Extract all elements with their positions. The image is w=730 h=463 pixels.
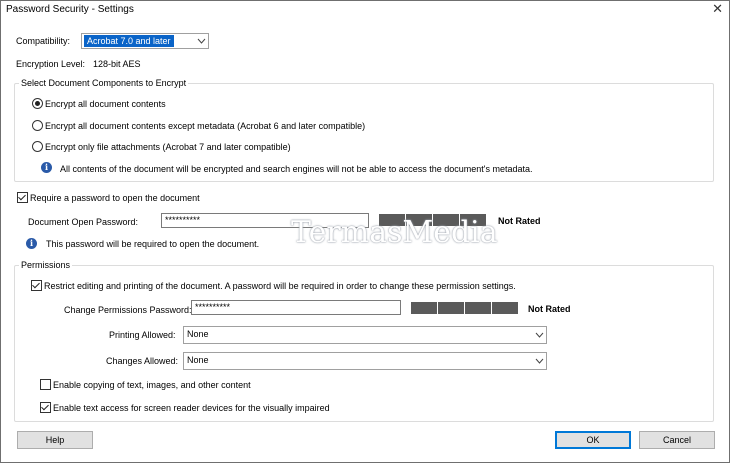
permissions-password-rating: Not Rated xyxy=(528,304,571,314)
radio-encrypt-attachments[interactable] xyxy=(32,141,43,152)
cancel-button[interactable]: Cancel xyxy=(639,431,715,449)
enable-copying-checkbox[interactable] xyxy=(40,379,51,390)
chevron-down-icon xyxy=(195,34,208,48)
open-password-info-text: This password will be required to open t… xyxy=(46,239,260,249)
require-open-password-checkbox[interactable] xyxy=(17,192,28,203)
components-group-label: Select Document Components to Encrypt xyxy=(19,78,189,88)
screen-reader-access-label[interactable]: Enable text access for screen reader dev… xyxy=(53,403,330,413)
restrict-editing-label[interactable]: Restrict editing and printing of the doc… xyxy=(44,281,516,291)
compatibility-label: Compatibility: xyxy=(16,36,71,46)
changes-allowed-label: Changes Allowed: xyxy=(106,356,179,366)
open-password-rating: Not Rated xyxy=(498,216,541,226)
watermark-logo: TermasMedia xyxy=(291,215,498,250)
permissions-group-label: Permissions xyxy=(19,260,73,270)
meter-segment xyxy=(492,302,518,314)
enable-copying-label[interactable]: Enable copying of text, images, and othe… xyxy=(53,380,251,390)
components-info-text: All contents of the document will be enc… xyxy=(60,164,533,174)
screen-reader-access-checkbox[interactable] xyxy=(40,402,51,413)
window-title: Password Security - Settings xyxy=(6,4,134,15)
radio-encrypt-all[interactable] xyxy=(32,98,43,109)
ok-button[interactable]: OK xyxy=(555,431,631,449)
restrict-editing-checkbox[interactable] xyxy=(31,280,42,291)
radio-encrypt-attachments-label[interactable]: Encrypt only file attachments (Acrobat 7… xyxy=(45,142,291,152)
permissions-password-label: Change Permissions Password: xyxy=(64,305,192,315)
open-password-value: ********** xyxy=(165,215,201,225)
chevron-down-icon xyxy=(533,327,546,343)
password-security-dialog: Password Security - Settings ✕ Compatibi… xyxy=(0,0,730,463)
permissions-password-value: ********** xyxy=(195,302,231,312)
permissions-password-input[interactable]: ********** xyxy=(191,300,401,315)
open-password-label: Document Open Password: xyxy=(28,217,139,227)
meter-segment xyxy=(411,302,437,314)
changes-allowed-value: None xyxy=(187,355,209,365)
compatibility-value: Acrobat 7.0 and later xyxy=(84,35,174,47)
permissions-password-strength-meter xyxy=(411,302,519,314)
meter-segment xyxy=(438,302,464,314)
printing-allowed-value: None xyxy=(187,329,209,339)
radio-encrypt-except-metadata[interactable] xyxy=(32,120,43,131)
info-icon: i xyxy=(26,238,37,249)
require-open-password-label[interactable]: Require a password to open the document xyxy=(30,193,200,203)
encryption-level-label: Encryption Level: xyxy=(16,59,86,69)
printing-allowed-dropdown[interactable]: None xyxy=(183,326,547,344)
compatibility-dropdown[interactable]: Acrobat 7.0 and later xyxy=(81,33,209,49)
changes-allowed-dropdown[interactable]: None xyxy=(183,352,547,370)
encryption-level-value: 128-bit AES xyxy=(93,59,141,69)
radio-encrypt-all-label[interactable]: Encrypt all document contents xyxy=(45,99,166,109)
printing-allowed-label: Printing Allowed: xyxy=(109,330,176,340)
info-icon: i xyxy=(41,162,52,173)
title-bar: Password Security - Settings ✕ xyxy=(1,1,729,19)
meter-segment xyxy=(465,302,491,314)
help-button[interactable]: Help xyxy=(17,431,93,449)
radio-encrypt-except-metadata-label[interactable]: Encrypt all document contents except met… xyxy=(45,121,365,131)
close-icon[interactable]: ✕ xyxy=(712,1,723,17)
chevron-down-icon xyxy=(533,353,546,369)
